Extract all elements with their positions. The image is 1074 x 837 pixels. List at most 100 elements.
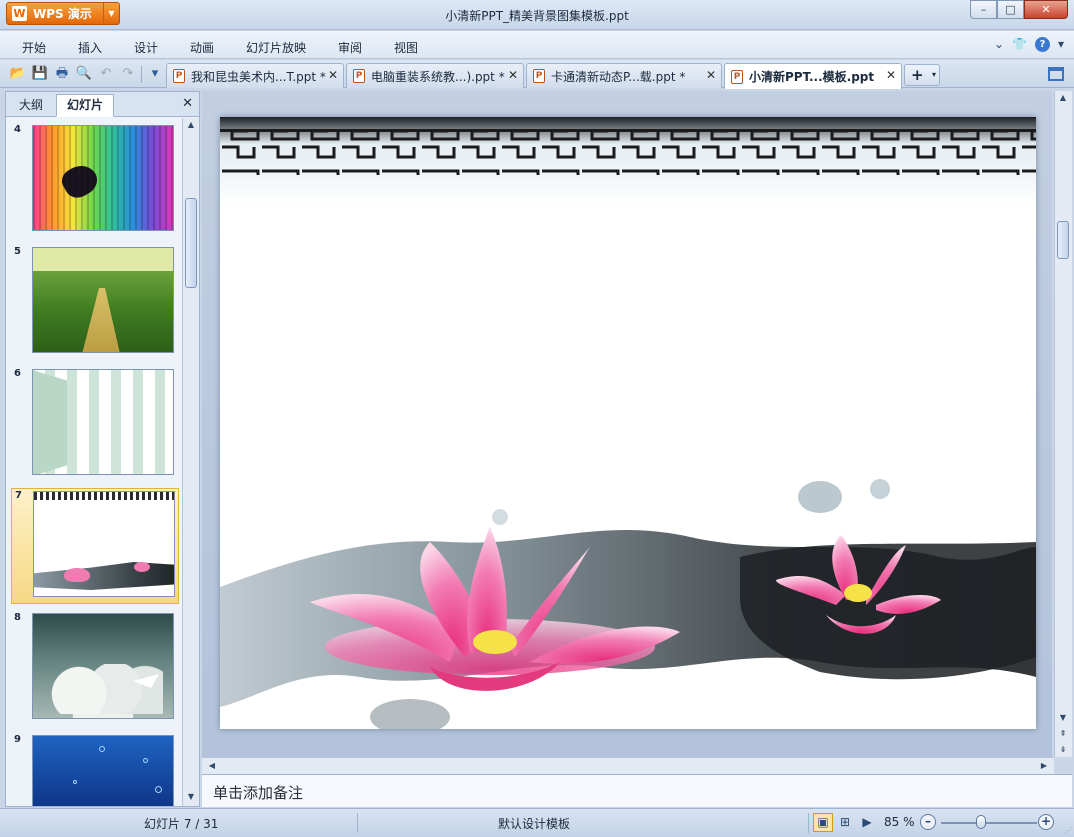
slide-thumbnail-list: 4 5 6 7 8 9 [6, 118, 182, 806]
doc-tab-label: 电脑重装系统教...).ppt * [371, 69, 505, 84]
ppt-file-icon: P [173, 69, 185, 83]
tab-outline[interactable]: 大纲 [8, 94, 54, 117]
more-dropdown-icon[interactable]: ▾ [146, 65, 164, 83]
menu-view[interactable]: 视图 [394, 39, 418, 56]
slide-canvas [202, 91, 1052, 757]
zoom-level[interactable]: 85 % [884, 815, 915, 829]
new-tab-button[interactable]: + ▾ [904, 64, 940, 86]
help-icon[interactable]: ? [1034, 37, 1050, 52]
resize-grip-icon[interactable]: ⋰ [1064, 826, 1072, 835]
doc-tab-label: 我和昆虫美术内...T.ppt * [191, 69, 326, 84]
scroll-left-arrow-icon[interactable]: ◀ [204, 759, 220, 773]
slide-thumbnail-4[interactable]: 4 [11, 123, 179, 239]
menu-bar: 开始 插入 设计 动画 幻灯片放映 审阅 视图 ⌄ 👕 ? ▾ [0, 31, 1074, 59]
scroll-right-arrow-icon[interactable]: ▶ [1036, 759, 1052, 773]
slide-number: 5 [14, 246, 21, 257]
notes-placeholder[interactable]: 单击添加备注 [213, 782, 303, 803]
thumbnail-green-field-image [32, 247, 174, 353]
close-tab-icon[interactable]: ✕ [886, 68, 896, 82]
tab-slides[interactable]: 幻灯片 [56, 94, 115, 117]
scroll-thumb[interactable] [1057, 221, 1069, 259]
shirt-icon[interactable]: 👕 [1012, 37, 1027, 52]
zoom-in-icon[interactable]: + [1038, 814, 1054, 830]
slide-editor: ▲ ▼ ⇞ ⇟ ◀ ▶ 单击添加备注 [202, 91, 1072, 807]
editor-vertical-scrollbar[interactable]: ▲ ▼ ⇞ ⇟ [1054, 91, 1072, 757]
doc-tab-system-reinstall[interactable]: P 电脑重装系统教...).ppt * ✕ [346, 63, 524, 88]
slideshow-view-icon[interactable]: ▶ [857, 813, 877, 832]
doc-tab-label: 小清新PPT...模板.ppt [749, 70, 875, 84]
slide-thumbnail-9[interactable]: 9 [11, 733, 179, 806]
thumbnail-clouds-image [32, 613, 174, 719]
close-pane-icon[interactable]: ✕ [182, 96, 193, 111]
slide-position-indicator: 幻灯片 7 / 31 [144, 817, 219, 831]
doc-tab-label: 卡通清新动态P...载.ppt * [551, 69, 686, 84]
doc-tab-cartoon-dynamic[interactable]: P 卡通清新动态P...载.ppt * ✕ [526, 63, 722, 88]
notes-pane[interactable]: 单击添加备注 [202, 774, 1072, 807]
menu-insert[interactable]: 插入 [78, 39, 102, 56]
status-bar: 幻灯片 7 / 31 默认设计模板 ▣ ⊞ ▶ 85 % – + ⋰ [0, 808, 1074, 837]
minimize-button[interactable]: – [970, 0, 997, 19]
editor-horizontal-scrollbar[interactable]: ◀ ▶ [202, 757, 1054, 774]
slide-thumbnail-5[interactable]: 5 [11, 245, 179, 361]
window-controls: – □ ✕ [970, 0, 1068, 19]
current-slide-ink-lotus[interactable] [220, 117, 1036, 729]
plus-icon: + [911, 66, 924, 84]
maximize-button[interactable]: □ [997, 0, 1024, 19]
scroll-thumb[interactable] [185, 198, 197, 288]
redo-icon[interactable]: ↷ [119, 65, 137, 83]
scroll-up-arrow-icon[interactable]: ▲ [183, 118, 199, 132]
close-button[interactable]: ✕ [1024, 0, 1068, 19]
doc-tab-insect-art[interactable]: P 我和昆虫美术内...T.ppt * ✕ [166, 63, 344, 88]
help-dropdown-icon[interactable]: ▾ [1058, 37, 1064, 52]
previous-slide-icon[interactable]: ⇞ [1055, 727, 1071, 741]
next-slide-icon[interactable]: ⇟ [1055, 743, 1071, 757]
slide-sorter-view-icon[interactable]: ⊞ [835, 813, 855, 832]
zoom-slider-knob[interactable] [976, 815, 986, 829]
design-template-name[interactable]: 默认设计模板 [498, 815, 570, 832]
quick-access-and-doc-tabs: 📂 💾 🖶 🔍 ↶ ↷ ▾ P 我和昆虫美术内...T.ppt * ✕ P 电脑… [0, 60, 1074, 89]
collapse-ribbon-icon[interactable]: ⌄ [994, 37, 1004, 52]
slide-number: 6 [14, 368, 21, 379]
menu-design[interactable]: 设计 [134, 39, 158, 56]
status-divider [357, 813, 358, 833]
doc-tab-fresh-template[interactable]: P 小清新PPT...模板.ppt ✕ [724, 63, 902, 89]
ppt-file-icon: P [731, 69, 743, 84]
normal-view-icon[interactable]: ▣ [813, 813, 833, 832]
thumbnail-ocean-image [32, 735, 174, 806]
open-folder-icon[interactable]: 📂 [9, 65, 27, 83]
save-icon[interactable]: 💾 [31, 65, 49, 83]
slide-thumbnail-7-selected[interactable]: 7 [11, 488, 179, 604]
scroll-up-arrow-icon[interactable]: ▲ [1055, 91, 1071, 105]
menu-animation[interactable]: 动画 [190, 39, 214, 56]
ppt-file-icon: P [533, 69, 545, 83]
slide-thumbnail-6[interactable]: 6 [11, 367, 179, 483]
menu-home[interactable]: 开始 [22, 39, 46, 56]
scroll-down-arrow-icon[interactable]: ▼ [183, 790, 199, 804]
status-divider [808, 813, 809, 833]
close-tab-icon[interactable]: ✕ [706, 68, 716, 82]
zoom-out-icon[interactable]: – [920, 814, 936, 830]
toolbar-separator [141, 66, 142, 83]
slide-number: 8 [14, 612, 21, 623]
slide-number: 4 [14, 124, 21, 135]
window-title: 小清新PPT_精美背景图集模板.ppt [445, 9, 629, 23]
slide-thumbnail-8[interactable]: 8 [11, 611, 179, 727]
slide-number: 7 [15, 490, 22, 501]
window-layout-icon[interactable] [1048, 67, 1064, 81]
close-tab-icon[interactable]: ✕ [328, 68, 338, 82]
menu-slideshow[interactable]: 幻灯片放映 [246, 39, 306, 56]
menu-right-tools: ⌄ 👕 ? ▾ [994, 37, 1064, 52]
undo-icon[interactable]: ↶ [97, 65, 115, 83]
print-icon[interactable]: 🖶 [53, 65, 71, 83]
print-preview-icon[interactable]: 🔍 [75, 65, 93, 83]
slides-pane-scrollbar[interactable]: ▲ ▼ [182, 118, 199, 806]
zoom-slider-track[interactable] [941, 822, 1037, 824]
thumbnail-rainbow-grunge-image [32, 125, 174, 231]
scroll-down-arrow-icon[interactable]: ▼ [1055, 711, 1071, 725]
thumbnail-ink-lotus-image [33, 491, 175, 597]
slides-pane-tabs: 大纲 幻灯片 ✕ [6, 92, 199, 117]
new-tab-dropdown-icon[interactable]: ▾ [932, 65, 936, 85]
slides-pane: 大纲 幻灯片 ✕ 4 5 6 7 8 9 ▲ ▼ [5, 91, 200, 807]
close-tab-icon[interactable]: ✕ [508, 68, 518, 82]
menu-review[interactable]: 审阅 [338, 39, 362, 56]
